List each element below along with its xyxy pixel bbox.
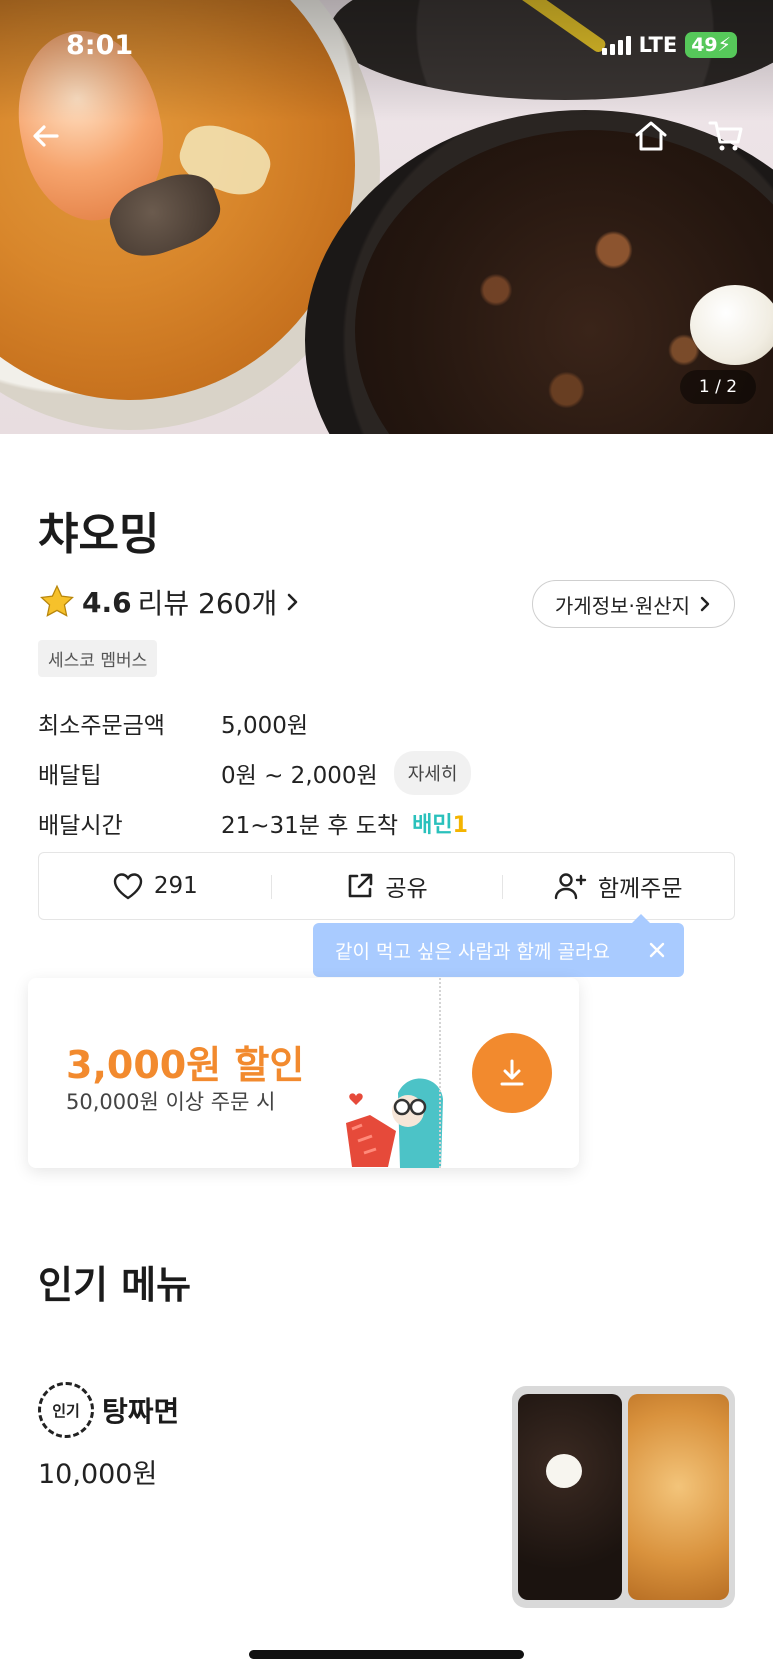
popular-menu-title: 인기 메뉴 — [38, 1263, 192, 1307]
store-info-button[interactable]: 가게정보·원산지 — [532, 580, 735, 628]
popular-badge-icon: 인기 — [38, 1382, 94, 1438]
home-button[interactable] — [625, 110, 677, 162]
tip-detail-button[interactable]: 자세히 — [393, 751, 472, 795]
info-key: 최소주문금액 — [38, 713, 165, 739]
coupon-download-button[interactable] — [472, 1033, 552, 1113]
home-icon — [635, 121, 667, 151]
share-icon — [349, 873, 373, 898]
signal-icon — [601, 35, 631, 55]
share-button[interactable]: 공유 — [270, 853, 503, 919]
tooltip-text: 같이 먹고 싶은 사람과 함께 골라요 — [335, 940, 610, 963]
store-info-label: 가게정보·원산지 — [554, 593, 691, 618]
action-bar: 291 공유 함께주문 — [38, 852, 735, 920]
status-time: 8:01 — [66, 30, 134, 61]
info-key: 배달팁 — [38, 763, 102, 789]
min-order-row: 최소주문금액 5,000원 — [38, 698, 471, 748]
back-arrow-icon — [33, 125, 59, 147]
baemin-one-logo: 배민1 — [412, 813, 468, 838]
close-icon — [649, 942, 665, 958]
image-pager: 1 / 2 — [680, 370, 756, 404]
add-person-icon — [554, 873, 587, 900]
chevron-right-icon — [287, 593, 298, 611]
coupon-amount: 3,000원 할인 — [66, 1043, 305, 1087]
network-label: LTE — [638, 33, 678, 57]
review-count: 리뷰 260개 — [137, 587, 278, 620]
heart-icon — [113, 873, 143, 900]
home-indicator[interactable] — [249, 1650, 524, 1659]
chevron-right-icon — [700, 596, 710, 612]
info-key: 배달시간 — [38, 813, 123, 839]
info-value: 21~31분 후 도착 — [221, 813, 399, 839]
discount-coupon[interactable]: 3,000원 할인 50,000원 이상 주문 시 — [28, 978, 579, 1168]
menu-price: 10,000원 — [38, 1459, 158, 1490]
battery-icon: 49⚡ — [685, 32, 737, 58]
group-order-label: 함께주문 — [597, 876, 683, 902]
store-name: 챠오밍 — [38, 509, 160, 560]
back-button[interactable] — [20, 110, 72, 162]
cesco-badge: 세스코 멤버스 — [38, 640, 158, 677]
status-indicators: LTE 49⚡ — [601, 32, 737, 58]
star-icon — [40, 584, 74, 617]
info-value: 5,000원 — [221, 713, 309, 739]
info-value: 0원 ~ 2,000원 — [221, 763, 378, 789]
delivery-time-row: 배달시간 21~31분 후 도착 배민1 — [38, 798, 471, 848]
tooltip-close-button[interactable] — [644, 937, 670, 963]
menu-item[interactable]: 인기 탕짜면 10,000원 — [38, 1382, 179, 1491]
like-count: 291 — [153, 873, 198, 899]
like-button[interactable]: 291 — [39, 853, 271, 919]
cart-button[interactable] — [700, 110, 752, 162]
group-order-tooltip: 같이 먹고 싶은 사람과 함께 골라요 — [313, 914, 684, 977]
mascot-illustration — [346, 1078, 443, 1168]
share-label: 공유 — [385, 876, 428, 902]
group-order-button[interactable]: 함께주문 — [502, 853, 734, 919]
rating-value: 4.6 — [82, 585, 132, 619]
coupon-condition: 50,000원 이상 주문 시 — [66, 1090, 276, 1114]
hero-image[interactable]: 8:01 LTE 49⚡ 1 / 2 — [0, 0, 773, 434]
menu-photo[interactable] — [512, 1386, 735, 1608]
delivery-info: 최소주문금액 5,000원 배달팁 0원 ~ 2,000원 자세히 배달시간 2… — [38, 698, 472, 848]
rating-review-link[interactable]: 4.6 리뷰 260개 — [38, 582, 301, 622]
menu-name: 탕짜면 — [102, 1395, 180, 1428]
delivery-tip-row: 배달팁 0원 ~ 2,000원 자세히 — [38, 748, 472, 798]
download-icon — [500, 1059, 524, 1086]
cart-icon — [708, 121, 743, 151]
